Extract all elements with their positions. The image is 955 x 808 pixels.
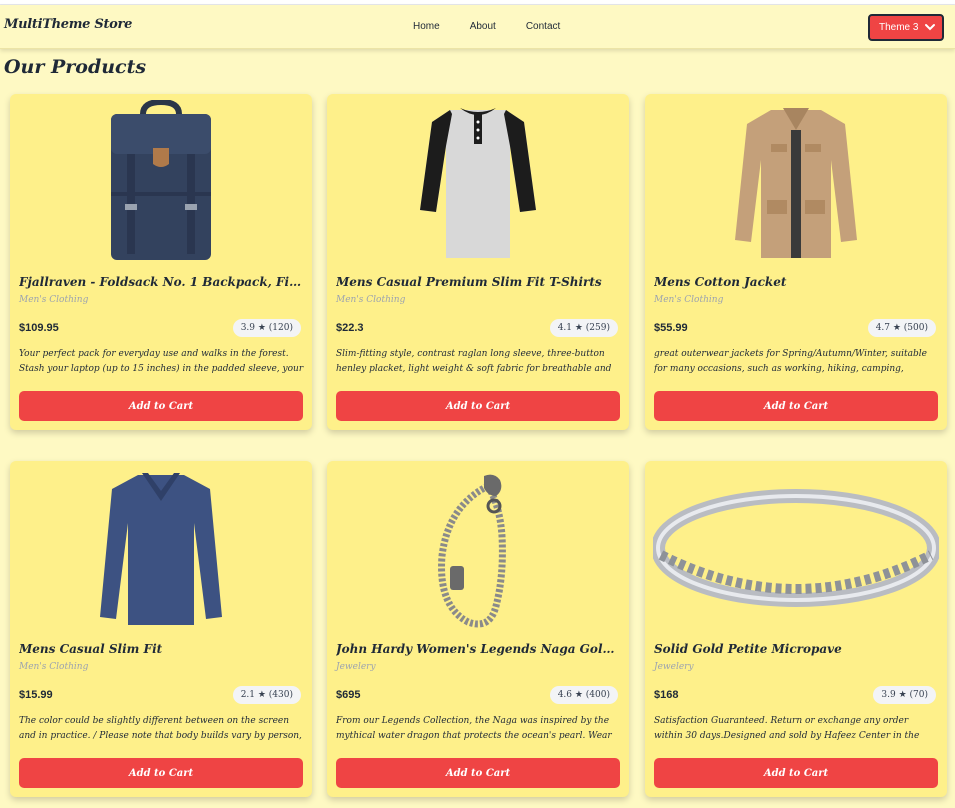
jacket-image [735,108,857,258]
ring-image [653,489,939,607]
product-category: Men's Clothing [654,295,724,305]
product-category: Men's Clothing [336,295,406,305]
product-image[interactable] [645,98,947,264]
rating-badge: 4.7 ★ (500) [867,319,936,337]
add-to-cart-button[interactable]: Add to Cart [19,758,303,788]
product-description: The color could be slightly different be… [19,716,302,741]
page-title: Our Products [4,56,147,78]
product-price: $55.99 [654,322,688,334]
product-price: $15.99 [19,689,53,701]
nav-about-link[interactable]: About [470,21,496,32]
product-card: Mens Casual Premium Slim Fit T-Shirts Me… [327,94,629,430]
product-category: Men's Clothing [19,295,89,305]
rating-badge: 4.1 ★ (259) [549,319,618,337]
product-title[interactable]: John Hardy Women's Legends Naga Gold & S… [336,642,621,656]
rating-badge: 4.6 ★ (400) [549,686,618,704]
product-image[interactable] [327,98,629,264]
product-title[interactable]: Mens Casual Slim Fit [19,642,304,656]
product-card: John Hardy Women's Legends Naga Gold & S… [327,461,629,797]
product-card: Mens Casual Slim Fit Men's Clothing $15.… [10,461,312,797]
product-category: Jewelery [654,662,694,672]
navbar: MultiTheme Store Home About Contact Them… [0,5,955,49]
backpack-image [111,100,211,260]
add-to-cart-button[interactable]: Add to Cart [336,391,620,421]
product-category: Men's Clothing [19,662,89,672]
brand-logo[interactable]: MultiTheme Store [4,17,132,32]
product-price: $22.3 [336,322,364,334]
product-description: Satisfaction Guaranteed. Return or excha… [654,716,920,741]
rating-badge: 3.9 ★ (70) [873,686,936,704]
bracelet-image [438,474,506,628]
product-image[interactable] [645,465,947,631]
nav-home-link[interactable]: Home [413,21,440,32]
product-description: From our Legends Collection, the Naga wa… [336,716,612,741]
product-description: great outerwear jackets for Spring/Autum… [654,349,927,374]
product-image[interactable] [10,98,312,264]
add-to-cart-button[interactable]: Add to Cart [336,758,620,788]
product-price: $168 [654,689,679,701]
product-card: Solid Gold Petite Micropave Jewelery $16… [645,461,947,797]
add-to-cart-button[interactable]: Add to Cart [654,391,938,421]
theme-select[interactable]: Theme 3 [868,14,944,41]
rating-badge: 3.9 ★ (120) [232,319,301,337]
add-to-cart-button[interactable]: Add to Cart [19,391,303,421]
product-image[interactable] [327,465,629,631]
product-description: Your perfect pack for everyday use and w… [19,349,304,374]
product-description: Slim-fitting style, contrast raglan long… [336,349,612,374]
product-category: Jewelery [336,662,376,672]
nav-links: Home About Contact [413,21,590,32]
rating-badge: 2.1 ★ (430) [232,686,301,704]
product-card: Mens Cotton Jacket Men's Clothing $55.99… [645,94,947,430]
tshirt-image [420,108,536,258]
product-price: $109.95 [19,322,59,334]
product-image[interactable] [10,465,312,631]
theme-select-value: Theme 3 [879,22,919,33]
product-title[interactable]: Solid Gold Petite Micropave [654,642,939,656]
add-to-cart-button[interactable]: Add to Cart [654,758,938,788]
sweater-image [100,473,222,625]
nav-contact-link[interactable]: Contact [526,21,560,32]
product-title[interactable]: Mens Cotton Jacket [654,275,939,289]
product-card: Fjallraven - Foldsack No. 1 Backpack, Fi… [10,94,312,430]
product-title[interactable]: Mens Casual Premium Slim Fit T-Shirts [336,275,621,289]
chevron-down-icon [925,24,935,31]
product-title[interactable]: Fjallraven - Foldsack No. 1 Backpack, Fi… [19,275,304,289]
product-price: $695 [336,689,361,701]
